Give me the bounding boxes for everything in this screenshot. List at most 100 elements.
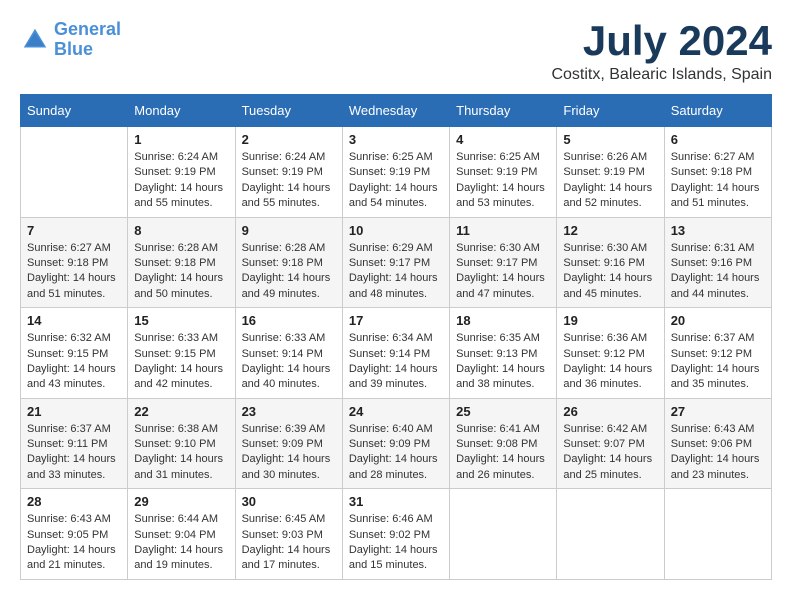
day-number: 6 <box>671 132 765 147</box>
calendar-cell: 2 Sunrise: 6:24 AM Sunset: 9:19 PM Dayli… <box>235 127 342 218</box>
day-info: Sunrise: 6:44 AM Sunset: 9:04 PM Dayligh… <box>134 512 228 574</box>
day-info: Sunrise: 6:35 AM Sunset: 9:13 PM Dayligh… <box>456 331 550 393</box>
day-number: 29 <box>134 494 228 509</box>
calendar-cell: 5 Sunrise: 6:26 AM Sunset: 9:19 PM Dayli… <box>557 127 664 218</box>
sunset-text: Sunset: 9:10 PM <box>134 437 228 452</box>
sunrise-text: Sunrise: 6:24 AM <box>134 150 228 165</box>
sunset-text: Sunset: 9:17 PM <box>456 256 550 271</box>
sunrise-text: Sunrise: 6:29 AM <box>349 241 443 256</box>
day-info: Sunrise: 6:34 AM Sunset: 9:14 PM Dayligh… <box>349 331 443 393</box>
weekday-thursday: Thursday <box>450 95 557 127</box>
day-number: 3 <box>349 132 443 147</box>
sunset-text: Sunset: 9:12 PM <box>563 347 657 362</box>
calendar-cell <box>664 489 771 580</box>
weekday-monday: Monday <box>128 95 235 127</box>
calendar-header: SundayMondayTuesdayWednesdayThursdayFrid… <box>21 95 772 127</box>
day-number: 4 <box>456 132 550 147</box>
sunrise-text: Sunrise: 6:28 AM <box>242 241 336 256</box>
calendar-cell: 1 Sunrise: 6:24 AM Sunset: 9:19 PM Dayli… <box>128 127 235 218</box>
sunrise-text: Sunrise: 6:42 AM <box>563 422 657 437</box>
sunset-text: Sunset: 9:13 PM <box>456 347 550 362</box>
sunset-text: Sunset: 9:16 PM <box>671 256 765 271</box>
daylight-text: Daylight: 14 hours and 50 minutes. <box>134 271 228 302</box>
sunset-text: Sunset: 9:09 PM <box>242 437 336 452</box>
day-number: 20 <box>671 313 765 328</box>
sunset-text: Sunset: 9:19 PM <box>456 165 550 180</box>
daylight-text: Daylight: 14 hours and 36 minutes. <box>563 362 657 393</box>
daylight-text: Daylight: 14 hours and 26 minutes. <box>456 452 550 483</box>
sunrise-text: Sunrise: 6:30 AM <box>563 241 657 256</box>
calendar-cell: 20 Sunrise: 6:37 AM Sunset: 9:12 PM Dayl… <box>664 308 771 399</box>
sunrise-text: Sunrise: 6:43 AM <box>27 512 121 527</box>
daylight-text: Daylight: 14 hours and 51 minutes. <box>671 181 765 212</box>
day-info: Sunrise: 6:33 AM Sunset: 9:14 PM Dayligh… <box>242 331 336 393</box>
day-number: 2 <box>242 132 336 147</box>
sunrise-text: Sunrise: 6:27 AM <box>27 241 121 256</box>
sunset-text: Sunset: 9:14 PM <box>242 347 336 362</box>
calendar-cell: 16 Sunrise: 6:33 AM Sunset: 9:14 PM Dayl… <box>235 308 342 399</box>
sunset-text: Sunset: 9:19 PM <box>349 165 443 180</box>
weekday-wednesday: Wednesday <box>342 95 449 127</box>
sunrise-text: Sunrise: 6:35 AM <box>456 331 550 346</box>
calendar-cell <box>557 489 664 580</box>
sunset-text: Sunset: 9:15 PM <box>27 347 121 362</box>
sunset-text: Sunset: 9:18 PM <box>242 256 336 271</box>
calendar-cell <box>450 489 557 580</box>
day-info: Sunrise: 6:40 AM Sunset: 9:09 PM Dayligh… <box>349 422 443 484</box>
day-info: Sunrise: 6:41 AM Sunset: 9:08 PM Dayligh… <box>456 422 550 484</box>
day-number: 19 <box>563 313 657 328</box>
day-info: Sunrise: 6:42 AM Sunset: 9:07 PM Dayligh… <box>563 422 657 484</box>
calendar-cell: 11 Sunrise: 6:30 AM Sunset: 9:17 PM Dayl… <box>450 217 557 308</box>
sunrise-text: Sunrise: 6:44 AM <box>134 512 228 527</box>
sunrise-text: Sunrise: 6:31 AM <box>671 241 765 256</box>
daylight-text: Daylight: 14 hours and 17 minutes. <box>242 543 336 574</box>
daylight-text: Daylight: 14 hours and 52 minutes. <box>563 181 657 212</box>
title-block: July 2024 Costitx, Balearic Islands, Spa… <box>551 20 772 84</box>
sunrise-text: Sunrise: 6:37 AM <box>27 422 121 437</box>
sunrise-text: Sunrise: 6:33 AM <box>134 331 228 346</box>
weekday-row: SundayMondayTuesdayWednesdayThursdayFrid… <box>21 95 772 127</box>
weekday-saturday: Saturday <box>664 95 771 127</box>
sunrise-text: Sunrise: 6:30 AM <box>456 241 550 256</box>
daylight-text: Daylight: 14 hours and 44 minutes. <box>671 271 765 302</box>
daylight-text: Daylight: 14 hours and 51 minutes. <box>27 271 121 302</box>
day-number: 31 <box>349 494 443 509</box>
day-number: 17 <box>349 313 443 328</box>
day-number: 15 <box>134 313 228 328</box>
sunrise-text: Sunrise: 6:25 AM <box>349 150 443 165</box>
calendar-cell: 18 Sunrise: 6:35 AM Sunset: 9:13 PM Dayl… <box>450 308 557 399</box>
daylight-text: Daylight: 14 hours and 42 minutes. <box>134 362 228 393</box>
calendar-cell: 4 Sunrise: 6:25 AM Sunset: 9:19 PM Dayli… <box>450 127 557 218</box>
sunset-text: Sunset: 9:19 PM <box>134 165 228 180</box>
sunrise-text: Sunrise: 6:36 AM <box>563 331 657 346</box>
calendar-cell: 14 Sunrise: 6:32 AM Sunset: 9:15 PM Dayl… <box>21 308 128 399</box>
day-info: Sunrise: 6:43 AM Sunset: 9:05 PM Dayligh… <box>27 512 121 574</box>
daylight-text: Daylight: 14 hours and 21 minutes. <box>27 543 121 574</box>
day-info: Sunrise: 6:27 AM Sunset: 9:18 PM Dayligh… <box>671 150 765 212</box>
daylight-text: Daylight: 14 hours and 48 minutes. <box>349 271 443 302</box>
daylight-text: Daylight: 14 hours and 47 minutes. <box>456 271 550 302</box>
calendar-cell: 26 Sunrise: 6:42 AM Sunset: 9:07 PM Dayl… <box>557 398 664 489</box>
calendar-cell: 8 Sunrise: 6:28 AM Sunset: 9:18 PM Dayli… <box>128 217 235 308</box>
daylight-text: Daylight: 14 hours and 33 minutes. <box>27 452 121 483</box>
logo-text: General Blue <box>54 20 121 60</box>
logo: General Blue <box>20 20 121 60</box>
day-info: Sunrise: 6:45 AM Sunset: 9:03 PM Dayligh… <box>242 512 336 574</box>
calendar-cell: 17 Sunrise: 6:34 AM Sunset: 9:14 PM Dayl… <box>342 308 449 399</box>
day-number: 8 <box>134 223 228 238</box>
calendar-cell: 28 Sunrise: 6:43 AM Sunset: 9:05 PM Dayl… <box>21 489 128 580</box>
daylight-text: Daylight: 14 hours and 35 minutes. <box>671 362 765 393</box>
daylight-text: Daylight: 14 hours and 45 minutes. <box>563 271 657 302</box>
day-info: Sunrise: 6:38 AM Sunset: 9:10 PM Dayligh… <box>134 422 228 484</box>
calendar-cell: 29 Sunrise: 6:44 AM Sunset: 9:04 PM Dayl… <box>128 489 235 580</box>
logo-icon <box>20 25 50 55</box>
day-info: Sunrise: 6:28 AM Sunset: 9:18 PM Dayligh… <box>242 241 336 303</box>
week-row-5: 28 Sunrise: 6:43 AM Sunset: 9:05 PM Dayl… <box>21 489 772 580</box>
calendar-cell: 7 Sunrise: 6:27 AM Sunset: 9:18 PM Dayli… <box>21 217 128 308</box>
calendar-cell: 30 Sunrise: 6:45 AM Sunset: 9:03 PM Dayl… <box>235 489 342 580</box>
day-info: Sunrise: 6:32 AM Sunset: 9:15 PM Dayligh… <box>27 331 121 393</box>
sunrise-text: Sunrise: 6:27 AM <box>671 150 765 165</box>
day-number: 1 <box>134 132 228 147</box>
day-info: Sunrise: 6:43 AM Sunset: 9:06 PM Dayligh… <box>671 422 765 484</box>
day-number: 5 <box>563 132 657 147</box>
